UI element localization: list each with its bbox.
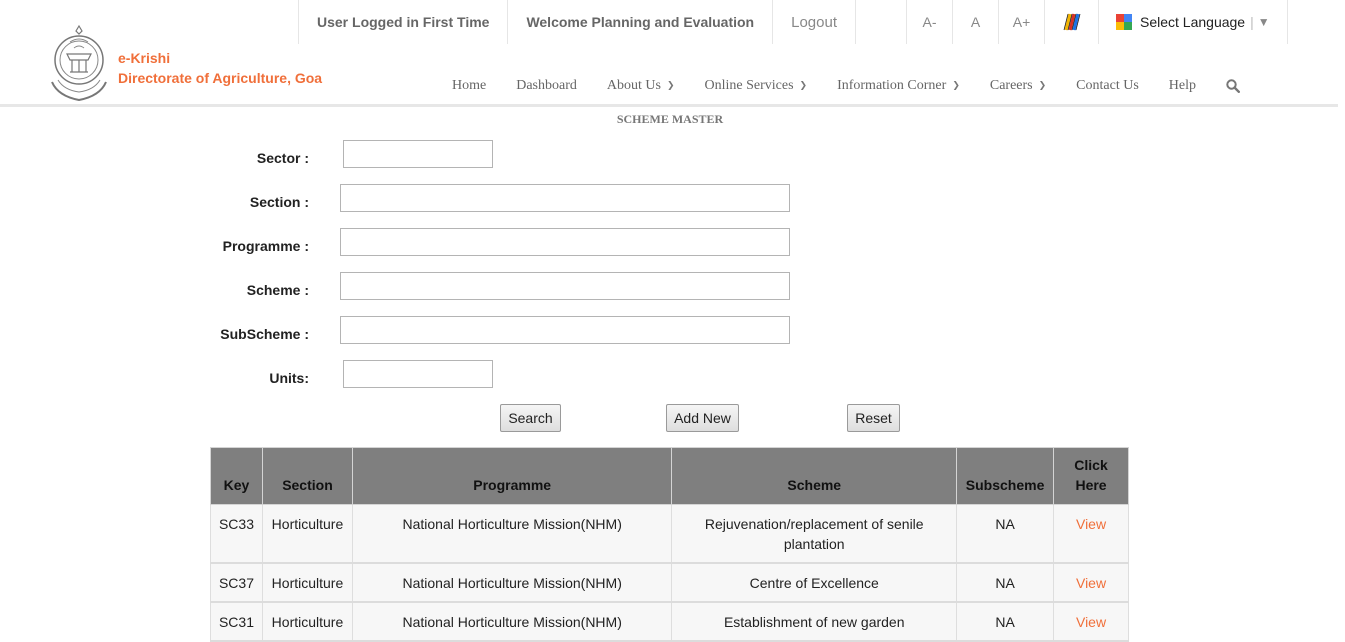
cell-key: SC37: [210, 562, 263, 603]
view-link[interactable]: View: [1053, 601, 1129, 642]
chevron-down-icon: ❯: [1038, 81, 1047, 91]
header-subscheme: Subscheme: [956, 447, 1055, 505]
font-decrease-button[interactable]: A-: [906, 0, 952, 44]
header-key: Key: [210, 447, 263, 505]
search-icon[interactable]: [1211, 76, 1240, 96]
search-button[interactable]: Search: [500, 404, 561, 432]
main-navigation: Home Dashboard About Us ❯ Online Services…: [437, 76, 1240, 96]
scheme-table: Key Section Programme Scheme Subscheme C…: [210, 447, 1129, 642]
view-link[interactable]: View: [1053, 504, 1129, 564]
cell-scheme: Establishment of new garden: [671, 601, 958, 642]
dropdown-arrow-icon: ▼: [1257, 15, 1270, 29]
font-increase-button[interactable]: A+: [998, 0, 1044, 44]
scheme-label: Scheme :: [246, 282, 309, 298]
subscheme-input[interactable]: [340, 316, 790, 344]
units-input[interactable]: [343, 360, 493, 388]
page-title: SCHEME MASTER: [616, 112, 724, 126]
cell-section: Horticulture: [261, 504, 353, 564]
language-label: Select Language: [1140, 14, 1246, 30]
cell-key: SC33: [210, 504, 263, 564]
user-status-text: User Logged in First Time: [298, 0, 507, 44]
cell-key: SC31: [210, 601, 263, 642]
logout-link[interactable]: Logout: [772, 0, 855, 44]
header-divider: [0, 104, 1338, 107]
reset-button[interactable]: Reset: [847, 404, 900, 432]
table-row: SC31 Horticulture National Horticulture …: [210, 601, 1129, 642]
brand-line-directorate: Directorate of Agriculture, Goa: [118, 70, 323, 86]
topbar-spacer: [855, 0, 906, 44]
subscheme-label: SubScheme :: [220, 326, 309, 342]
chevron-down-icon: ❯: [799, 81, 808, 91]
cell-subscheme: NA: [956, 504, 1055, 564]
programme-input[interactable]: [340, 228, 790, 256]
cell-scheme: Rejuvenation/replacement of senile plant…: [671, 504, 958, 564]
cell-subscheme: NA: [956, 601, 1055, 642]
cell-programme: National Horticulture Mission(NHM): [351, 504, 673, 564]
contrast-icon[interactable]: [1044, 0, 1098, 44]
header-section: Section: [261, 447, 353, 505]
top-bar: User Logged in First Time Welcome Planni…: [298, 0, 1288, 44]
table-header-row: Key Section Programme Scheme Subscheme C…: [210, 447, 1129, 505]
header-click-here: Click Here: [1053, 447, 1129, 505]
cell-scheme: Centre of Excellence: [671, 562, 958, 603]
cell-section: Horticulture: [261, 601, 353, 642]
cell-programme: National Horticulture Mission(NHM): [351, 562, 673, 603]
view-link[interactable]: View: [1053, 562, 1129, 603]
nav-dashboard[interactable]: Dashboard: [501, 76, 592, 96]
cell-programme: National Horticulture Mission(NHM): [351, 601, 673, 642]
cell-subscheme: NA: [956, 562, 1055, 603]
brand-name[interactable]: e-Krishi Directorate of Agriculture, Goa: [118, 48, 322, 88]
table-row: SC33 Horticulture National Horticulture …: [210, 504, 1129, 564]
nav-information-corner[interactable]: Information Corner ❯: [822, 76, 975, 96]
header-programme: Programme: [351, 447, 673, 505]
add-new-button[interactable]: Add New: [666, 404, 739, 432]
cell-section: Horticulture: [261, 562, 353, 603]
google-translate-icon: [1116, 14, 1132, 30]
nav-about-us[interactable]: About Us ❯: [592, 76, 690, 96]
brand-line-ekrishi: e-Krishi: [118, 50, 171, 66]
scheme-input[interactable]: [340, 272, 790, 300]
section-input[interactable]: [340, 184, 790, 212]
units-label: Units:: [269, 370, 309, 386]
nav-careers[interactable]: Careers ❯: [975, 76, 1061, 96]
nav-home[interactable]: Home: [437, 76, 501, 96]
nav-online-services[interactable]: Online Services ❯: [689, 76, 822, 96]
government-emblem-logo[interactable]: [48, 24, 110, 102]
programme-label: Programme :: [222, 238, 309, 254]
sector-input[interactable]: [343, 140, 493, 168]
sector-label: Sector :: [256, 150, 309, 166]
language-separator: |: [1250, 14, 1254, 30]
chevron-down-icon: ❯: [952, 81, 960, 91]
font-normal-button[interactable]: A: [952, 0, 998, 44]
welcome-text: Welcome Planning and Evaluation: [507, 0, 772, 44]
header-scheme: Scheme: [671, 447, 958, 505]
nav-help[interactable]: Help: [1154, 76, 1211, 96]
table-row: SC37 Horticulture National Horticulture …: [210, 562, 1129, 603]
language-selector[interactable]: Select Language | ▼: [1098, 0, 1288, 44]
nav-contact-us[interactable]: Contact Us: [1061, 76, 1154, 96]
section-label: Section :: [249, 194, 309, 210]
chevron-down-icon: ❯: [666, 81, 675, 91]
